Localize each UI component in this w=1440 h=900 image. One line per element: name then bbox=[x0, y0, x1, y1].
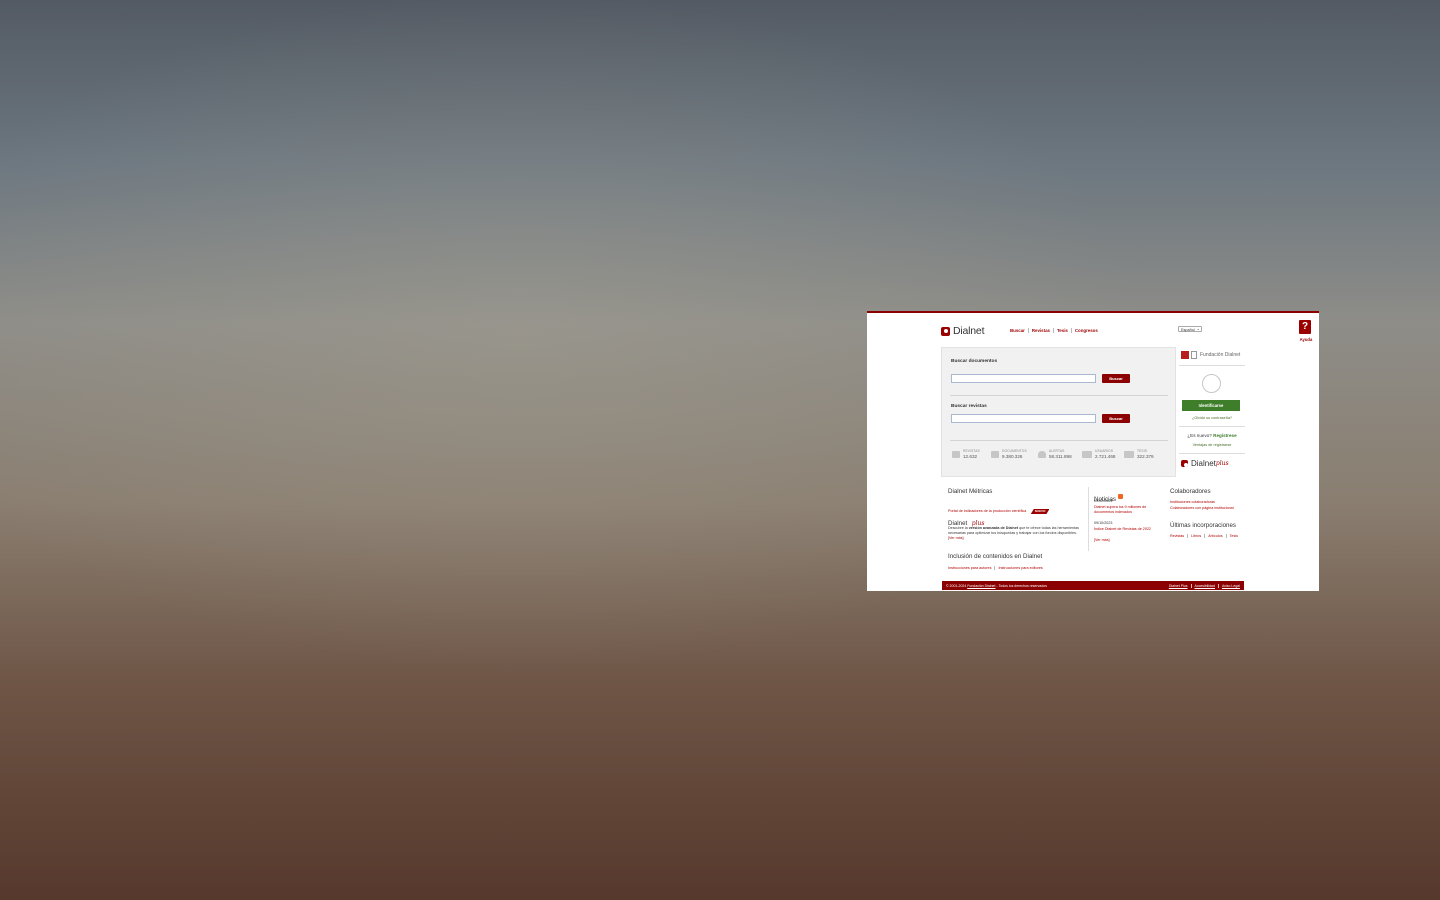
search-journals-label: Buscar revistas bbox=[951, 404, 987, 409]
search-journals-button[interactable]: Buscar bbox=[1102, 414, 1130, 423]
divider bbox=[1179, 426, 1245, 427]
footer-dialnet-plus-link[interactable]: Dialnet Plus bbox=[1165, 583, 1192, 588]
forgot-password-link[interactable]: ¿Olvidó su contraseña? bbox=[1179, 416, 1245, 420]
plus-word: plus bbox=[1215, 460, 1229, 467]
authors-instructions-link[interactable]: Instrucciones para autores bbox=[948, 566, 996, 570]
nav-buscar[interactable]: Buscar bbox=[1010, 328, 1029, 333]
stat-tesis: TESIS 322.379 bbox=[1124, 449, 1154, 459]
divider bbox=[1179, 365, 1245, 366]
search-documents-button[interactable]: Buscar bbox=[1102, 374, 1130, 383]
footer-accessibility-link[interactable]: Accesibilidad bbox=[1191, 583, 1219, 588]
footer: © 2001-2024 Fundación Dialnet - Todos lo… bbox=[942, 581, 1244, 590]
foundation-logo-icon bbox=[1181, 351, 1189, 359]
new-badge: NUEVO bbox=[1031, 509, 1050, 514]
new-user-text: ¿Es nuevo? bbox=[1187, 433, 1212, 438]
search-panel: Buscar documentos Buscar Buscar revistas… bbox=[941, 347, 1176, 477]
latest-title: Últimas incorporaciones bbox=[1170, 522, 1237, 529]
main-nav: Buscar Revistas Tesis Congresos bbox=[1010, 328, 1101, 333]
metrics-title[interactable]: Dialnet Métricas bbox=[948, 488, 992, 495]
footer-legal-link[interactable]: Aviso Legal bbox=[1219, 584, 1240, 588]
stat-value: 58.311.898 bbox=[1049, 454, 1072, 459]
stat-value: 322.379 bbox=[1137, 454, 1154, 459]
document-icon bbox=[991, 451, 999, 458]
nav-tesis[interactable]: Tesis bbox=[1054, 328, 1072, 333]
graduation-cap-icon bbox=[1124, 451, 1134, 458]
rights-text: - Todos los derechos reservados bbox=[995, 583, 1047, 588]
plus-text: Descubre la bbox=[948, 526, 969, 530]
user-avatar-icon bbox=[1202, 374, 1221, 393]
stat-value: 12.632 bbox=[963, 454, 978, 459]
stat-value: 9.380.326 bbox=[1002, 454, 1023, 459]
search-documents-label: Buscar documentos bbox=[951, 359, 998, 364]
login-button[interactable]: Identificarse bbox=[1182, 400, 1240, 411]
foundation-label: Fundación Dialnet bbox=[1200, 352, 1241, 358]
latest-revistas-link[interactable]: Revistas bbox=[1170, 534, 1189, 538]
search-documents-input[interactable] bbox=[951, 374, 1096, 383]
stat-revistas: REVISTAS 12.632 bbox=[952, 449, 980, 459]
footer-copyright: © 2001-2024 Fundación Dialnet - Todos lo… bbox=[946, 584, 1047, 588]
latest-links: Revistas Libros Artículos Tesis bbox=[1170, 534, 1241, 538]
plus-more-link[interactable]: [Ver más] bbox=[948, 536, 964, 540]
register-benefits-link[interactable]: Ventajas de registrarse bbox=[1179, 443, 1245, 447]
help-label[interactable]: Ayuda bbox=[1299, 337, 1313, 342]
divider bbox=[950, 395, 1168, 396]
stat-label: TESIS bbox=[1137, 449, 1148, 453]
stat-alertas: ALERTAS 58.311.898 bbox=[1038, 449, 1072, 459]
editors-instructions-link[interactable]: Instrucciones para editores bbox=[995, 566, 1045, 570]
logo-text: Dialnet bbox=[953, 325, 985, 337]
stat-label: USUARIOS bbox=[1095, 449, 1114, 453]
dialnet-plus-logo[interactable]: Dialnet plus bbox=[1181, 459, 1229, 468]
divider bbox=[1088, 487, 1089, 551]
foundation-logo-icon bbox=[1191, 351, 1197, 359]
stat-label: REVISTAS bbox=[963, 449, 980, 453]
register-line: ¿Es nuevo? Regístrese bbox=[1179, 433, 1245, 438]
stat-value: 2.721.468 bbox=[1095, 454, 1116, 459]
stat-label: ALERTAS bbox=[1049, 449, 1065, 453]
plus-text-bold: versión avanzada de Dialnet bbox=[968, 526, 1019, 530]
news-item-link[interactable]: Dialnet supera los 9 millones de documen… bbox=[1094, 505, 1156, 515]
latest-libros-link[interactable]: Libros bbox=[1188, 534, 1206, 538]
search-journals-input[interactable] bbox=[951, 414, 1096, 423]
users-icon bbox=[1082, 451, 1092, 458]
collaborators-institutional-link[interactable]: Colaboradores con página institucional bbox=[1170, 506, 1234, 510]
inclusion-links: Instrucciones para autores Instrucciones … bbox=[948, 566, 1046, 570]
copyright-text: © 2001-2024 bbox=[946, 583, 968, 588]
news-date: 09/02/2024 bbox=[1094, 499, 1113, 503]
help-icon[interactable]: ? bbox=[1299, 320, 1311, 334]
plus-brand: Dialnet bbox=[1191, 459, 1216, 468]
collaborating-institutions-link[interactable]: Instituciones colaboradoras bbox=[1170, 500, 1215, 504]
inclusion-title: Inclusión de contenidos en Dialnet bbox=[948, 553, 1043, 560]
nav-congresos[interactable]: Congresos bbox=[1072, 328, 1101, 333]
divider bbox=[1179, 453, 1245, 454]
language-select[interactable]: Español bbox=[1178, 326, 1202, 332]
footer-links: Dialnet Plus Accesibilidad Aviso Legal bbox=[1165, 583, 1240, 588]
collaborators-title: Colaboradores bbox=[1170, 488, 1211, 495]
dialnet-logo-icon bbox=[1181, 460, 1188, 467]
latest-tesis-link[interactable]: Tesis bbox=[1227, 534, 1241, 538]
register-link[interactable]: Regístrese bbox=[1213, 433, 1237, 438]
fundacion-dialnet-logo[interactable]: Fundación Dialnet bbox=[1181, 351, 1240, 359]
journal-icon bbox=[952, 451, 960, 458]
stat-documentos: DOCUMENTOS 9.380.326 bbox=[991, 449, 1027, 459]
divider bbox=[950, 440, 1168, 441]
plus-description: Descubre la versión avanzada de Dialnet … bbox=[948, 526, 1083, 541]
nav-revistas[interactable]: Revistas bbox=[1029, 328, 1054, 333]
dialnet-logo-icon bbox=[941, 326, 950, 336]
news-more-link[interactable]: [Ver más] bbox=[1094, 538, 1110, 542]
rss-icon[interactable] bbox=[1118, 494, 1124, 500]
news-date: 09/10/2023 bbox=[1094, 521, 1113, 525]
dialnet-logo[interactable]: Dialnet bbox=[941, 325, 984, 337]
stat-label: DOCUMENTOS bbox=[1002, 449, 1027, 453]
stat-usuarios: USUARIOS 2.721.468 bbox=[1082, 449, 1115, 459]
dialnet-screenshot-window: Dialnet Buscar Revistas Tesis Congresos … bbox=[867, 311, 1319, 591]
news-item-link[interactable]: Índice Dialnet de Revistas de 2022 bbox=[1094, 527, 1164, 531]
latest-articulos-link[interactable]: Artículos bbox=[1205, 534, 1227, 538]
bell-icon bbox=[1038, 451, 1046, 458]
foundation-link[interactable]: Fundación Dialnet bbox=[967, 584, 995, 588]
